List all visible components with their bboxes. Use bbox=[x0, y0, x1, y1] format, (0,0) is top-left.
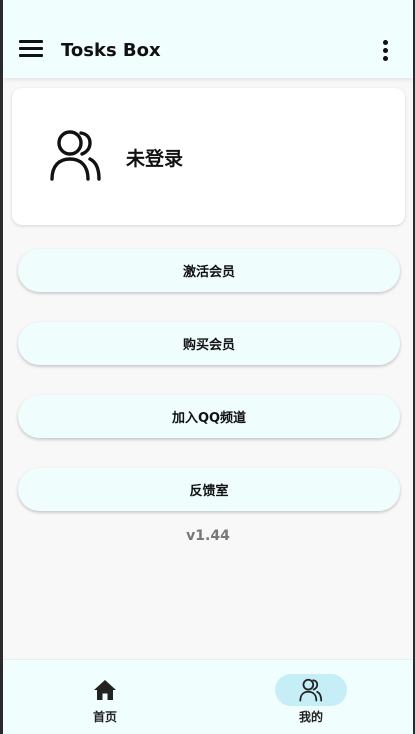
nav-label-home: 首页 bbox=[92, 710, 117, 724]
app-screen: Tosks Box 未登录 激活会员 购买会员 加入QQ频道 反馈室 v1.44 bbox=[3, 0, 413, 734]
nav-mine-icon-wrap bbox=[275, 674, 347, 706]
nav-home-icon-wrap bbox=[69, 674, 141, 706]
app-bar: Tosks Box bbox=[3, 0, 413, 78]
people-icon bbox=[299, 678, 323, 702]
join-qq-channel-button[interactable]: 加入QQ频道 bbox=[18, 395, 400, 438]
activate-membership-button[interactable]: 激活会员 bbox=[18, 249, 400, 292]
buy-membership-button[interactable]: 购买会员 bbox=[18, 322, 400, 365]
bottom-nav: 首页 我的 bbox=[3, 659, 413, 734]
app-title: Tosks Box bbox=[61, 40, 161, 61]
login-status: 未登录 bbox=[126, 148, 184, 170]
nav-label-mine: 我的 bbox=[298, 710, 323, 724]
home-icon bbox=[94, 680, 116, 700]
more-vert-icon[interactable] bbox=[379, 40, 391, 64]
profile-card[interactable]: 未登录 bbox=[12, 88, 405, 225]
nav-item-home[interactable]: 首页 bbox=[45, 660, 165, 734]
version-label: v1.44 bbox=[186, 528, 230, 544]
people-icon bbox=[50, 130, 101, 181]
feedback-room-button[interactable]: 反馈室 bbox=[18, 468, 400, 511]
menu-icon[interactable] bbox=[19, 40, 43, 60]
nav-item-mine[interactable]: 我的 bbox=[251, 660, 371, 734]
